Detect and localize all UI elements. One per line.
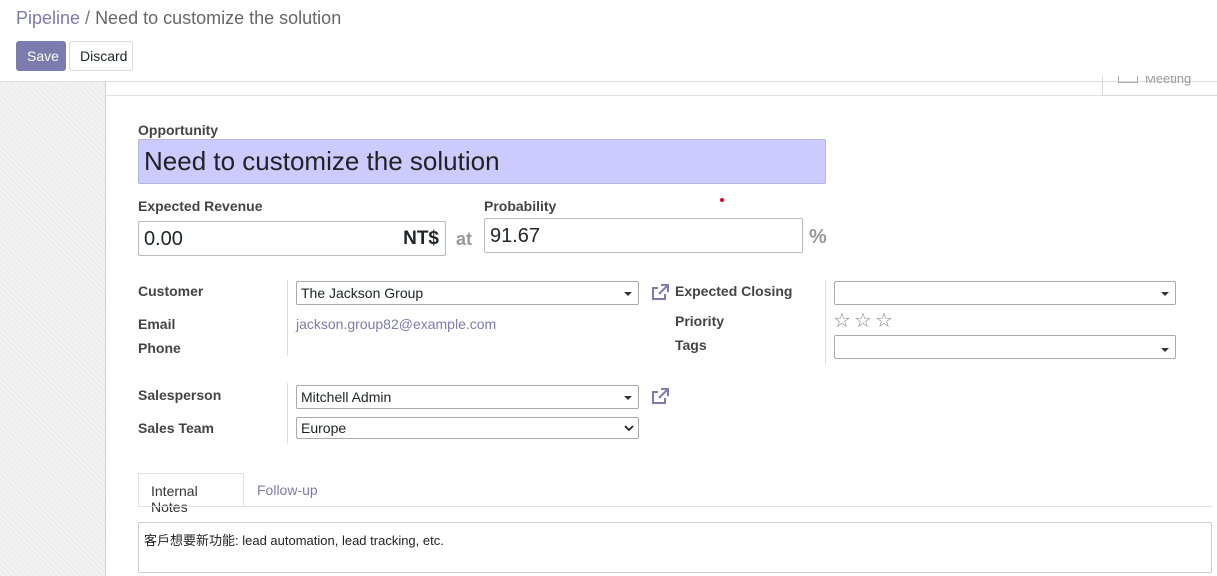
- customer-label: Customer: [138, 283, 204, 299]
- external-link-icon[interactable]: [650, 387, 670, 407]
- save-button[interactable]: Save: [16, 41, 66, 71]
- calendar-icon: [1118, 76, 1138, 83]
- external-link-icon[interactable]: [650, 283, 670, 303]
- probability-input[interactable]: 91.67: [484, 218, 803, 253]
- percent-sign: %: [809, 226, 827, 248]
- tags-select[interactable]: [834, 335, 1176, 359]
- email-link[interactable]: jackson.group82@example.com: [296, 316, 496, 332]
- star-icon[interactable]: ☆: [833, 308, 851, 333]
- expected-revenue-value: 0.00: [144, 228, 183, 250]
- chevron-down-icon: [1161, 348, 1169, 352]
- expected-revenue-label: Expected Revenue: [138, 198, 263, 214]
- form-background: [0, 82, 106, 576]
- tabs-divider: [138, 506, 1212, 507]
- opportunity-label: Opportunity: [138, 122, 219, 138]
- required-indicator: [720, 198, 724, 202]
- chevron-down-icon: [624, 425, 634, 432]
- discard-button[interactable]: Discard: [69, 41, 133, 71]
- internal-notes-editor[interactable]: 客戶想要新功能: lead automation, lead tracking,…: [138, 522, 1212, 573]
- expected-closing-label: Expected Closing: [675, 283, 793, 299]
- field-divider: [287, 383, 288, 443]
- sales-team-value: Europe: [301, 420, 347, 436]
- customer-select[interactable]: The Jackson Group: [296, 281, 639, 305]
- sales-team-label: Sales Team: [138, 420, 215, 436]
- opportunity-name-input[interactable]: Need to customize the solution: [138, 139, 826, 184]
- customer-value: The Jackson Group: [301, 285, 424, 301]
- chevron-down-icon: [624, 396, 632, 400]
- meeting-smart-button[interactable]: Meeting: [1102, 76, 1217, 96]
- field-divider: [825, 280, 826, 365]
- breadcrumb: Pipeline / Need to customize the solution: [16, 8, 341, 29]
- field-divider: [287, 280, 288, 356]
- sales-team-select[interactable]: Europe: [296, 417, 639, 439]
- chevron-down-icon: [1161, 292, 1169, 296]
- priority-label: Priority: [675, 313, 725, 329]
- breadcrumb-separator: /: [85, 8, 91, 28]
- sheet-divider: [106, 95, 1102, 96]
- expected-revenue-input[interactable]: 0.00 NT$: [138, 221, 446, 256]
- breadcrumb-pipeline-link[interactable]: Pipeline: [16, 8, 80, 28]
- star-icon[interactable]: ☆: [875, 308, 893, 333]
- phone-label: Phone: [138, 340, 181, 356]
- salesperson-label: Salesperson: [138, 387, 222, 403]
- salesperson-value: Mitchell Admin: [301, 389, 392, 405]
- salesperson-select[interactable]: Mitchell Admin: [296, 385, 639, 409]
- email-label: Email: [138, 316, 176, 332]
- meeting-label: Meeting: [1145, 76, 1192, 86]
- currency-symbol: NT$: [403, 228, 439, 249]
- breadcrumb-current: Need to customize the solution: [95, 8, 342, 28]
- expected-closing-datepicker[interactable]: [834, 281, 1176, 305]
- probability-label: Probability: [484, 198, 557, 214]
- tags-label: Tags: [675, 337, 707, 353]
- form-sheet: Meeting Opportunity Need to customize th…: [106, 76, 1217, 576]
- chevron-down-icon: [624, 292, 632, 296]
- star-icon[interactable]: ☆: [854, 308, 872, 333]
- tab-follow-up[interactable]: Follow-up: [245, 473, 330, 507]
- at-label: at: [456, 229, 473, 249]
- tab-internal-notes[interactable]: Internal Notes: [138, 473, 244, 515]
- control-panel: Pipeline / Need to customize the solution …: [0, 0, 1217, 82]
